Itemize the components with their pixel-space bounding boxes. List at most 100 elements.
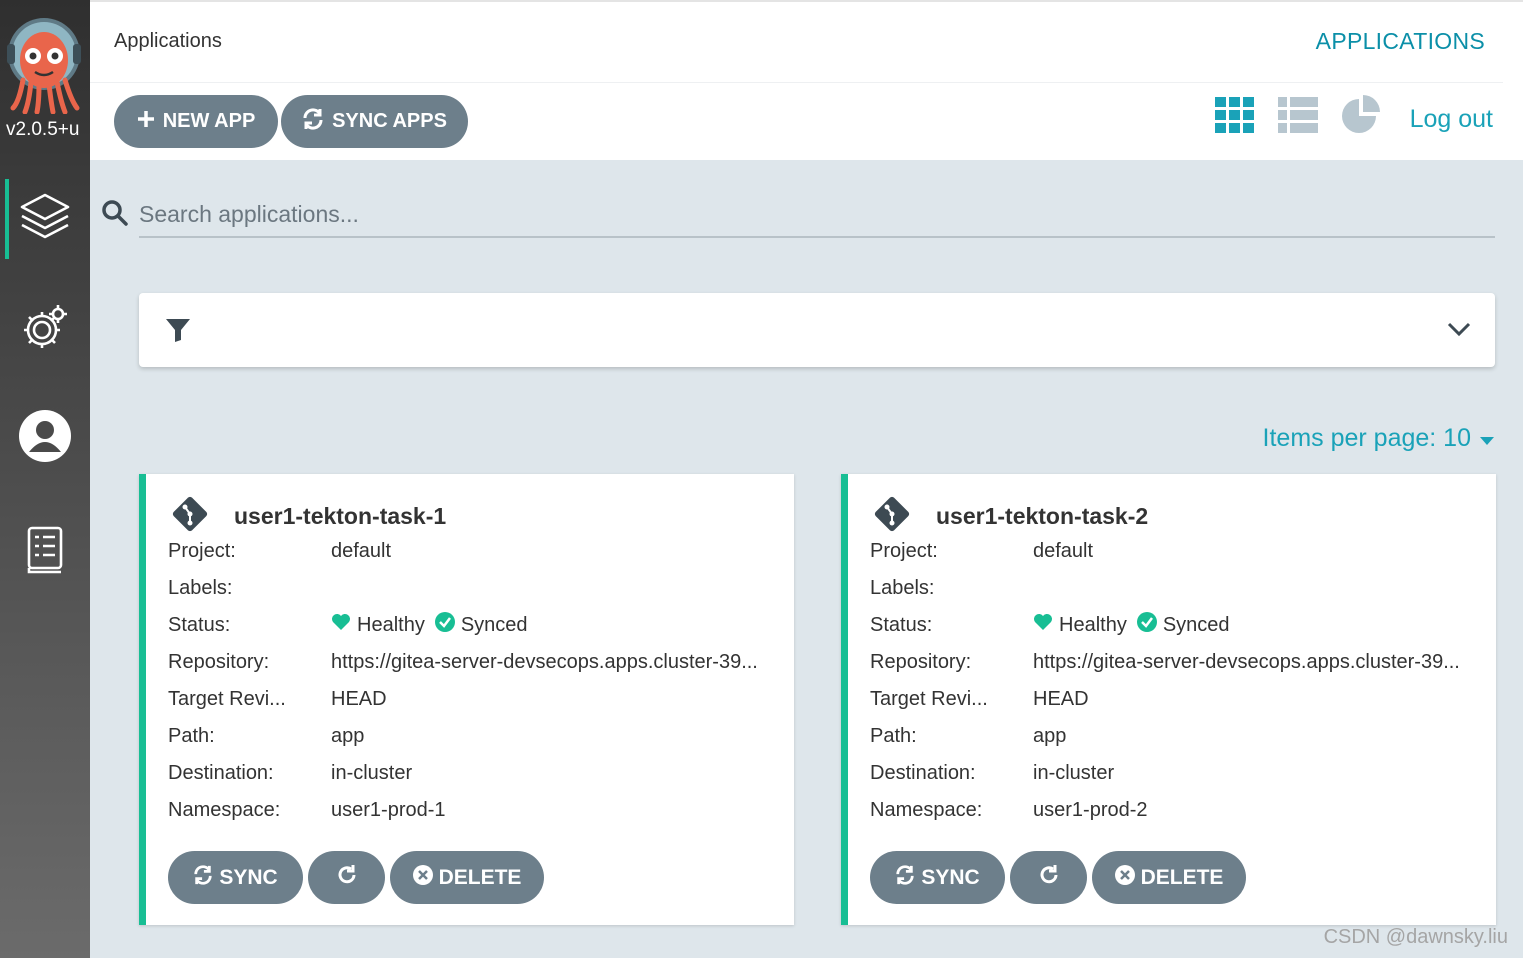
list-view-icon[interactable] (1277, 95, 1319, 135)
target-revision-label: Target Revi... (168, 687, 286, 710)
project-label: Project: (168, 539, 236, 562)
plus-icon (137, 110, 155, 134)
chevron-down-icon[interactable] (1447, 319, 1471, 344)
delete-button[interactable]: DELETE (1092, 851, 1246, 904)
health-status: Healthy (357, 613, 425, 636)
sync-icon (895, 864, 915, 891)
project-value: default (331, 539, 392, 562)
user-icon (18, 409, 72, 468)
caret-down-icon (1479, 424, 1495, 453)
check-circle-icon (1136, 612, 1157, 638)
git-icon (872, 494, 912, 539)
search-icon (101, 199, 129, 232)
repository-value: https://gitea-server-devsecops.apps.clus… (331, 650, 758, 673)
sync-status: Synced (460, 613, 528, 636)
destination-value: in-cluster (1033, 761, 1115, 784)
destination-value: in-cluster (331, 761, 413, 784)
target-revision-row: Target Revi... HEAD (870, 684, 1490, 714)
labels-row: Labels: (870, 573, 1490, 603)
labels-label: Labels: (168, 576, 233, 599)
labels-row: Labels: (168, 573, 788, 603)
refresh-icon (1038, 864, 1060, 892)
destination-row: Destination: in-cluster (168, 758, 788, 788)
sync-status: Synced (1162, 613, 1230, 636)
summary-pie-icon[interactable] (1340, 95, 1382, 135)
destination-label: Destination: (168, 761, 274, 784)
path-label: Path: (870, 724, 917, 747)
search-input[interactable] (139, 192, 1495, 238)
filter-bar[interactable] (139, 293, 1495, 367)
target-revision-value: HEAD (331, 687, 387, 710)
repository-label: Repository: (168, 650, 270, 673)
project-label: Project: (870, 539, 938, 562)
watermark: CSDN @dawnsky.liu (1323, 926, 1508, 948)
sync-apps-label: SYNC APPS (332, 110, 447, 132)
tiles-view-icon[interactable] (1214, 95, 1256, 135)
sidebar-item-user-info[interactable] (0, 398, 90, 478)
docs-book-icon (25, 525, 65, 580)
app-name[interactable]: user1-tekton-task-1 (234, 503, 446, 530)
status-row: Status: Healthy Synced (870, 610, 1490, 640)
status-label: Status: (168, 613, 231, 636)
filter-icon (165, 317, 191, 348)
page-title: APPLICATIONS (1315, 28, 1485, 54)
git-icon (170, 494, 210, 539)
sidebar-item-documentation[interactable] (0, 512, 90, 592)
labels-label: Labels: (870, 576, 935, 599)
path-value: app (1033, 724, 1067, 747)
sidebar-item-settings[interactable] (0, 289, 90, 369)
namespace-row: Namespace: user1-prod-2 (870, 795, 1490, 825)
path-row: Path: app (870, 721, 1490, 751)
sync-button[interactable]: SYNC (870, 851, 1005, 904)
delete-label: DELETE (1140, 865, 1224, 889)
sidebar: v2.0.5+u (0, 0, 90, 958)
items-per-page-select[interactable]: Items per page: 10 (1263, 424, 1495, 453)
delete-button[interactable]: DELETE (390, 851, 544, 904)
app-name[interactable]: user1-tekton-task-2 (936, 503, 1148, 530)
project-value: default (1033, 539, 1094, 562)
logout-link[interactable]: Log out (1410, 105, 1493, 134)
repository-row: Repository: https://gitea-server-devsecop… (168, 647, 788, 677)
settings-gear-icon (20, 302, 70, 357)
destination-label: Destination: (870, 761, 976, 784)
new-app-button[interactable]: NEW APP (114, 95, 278, 148)
sidebar-item-applications[interactable] (0, 179, 90, 259)
application-card[interactable]: user1-tekton-task-2 Project: default Labe… (841, 474, 1496, 925)
status-label: Status: (870, 613, 933, 636)
items-per-page-label: Items per page: 10 (1262, 424, 1471, 452)
project-row: Project: default (168, 536, 788, 566)
divider (90, 82, 1503, 83)
target-revision-row: Target Revi... HEAD (168, 684, 788, 714)
sync-label: SYNC (219, 865, 278, 889)
namespace-value: user1-prod-1 (331, 798, 446, 821)
top-bar: Applications APPLICATIONS NEW APP SYNC A… (90, 0, 1523, 160)
namespace-value: user1-prod-2 (1033, 798, 1148, 821)
health-status: Healthy (1059, 613, 1127, 636)
sync-button[interactable]: SYNC (168, 851, 303, 904)
path-row: Path: app (168, 721, 788, 751)
version-label: v2.0.5+u (6, 119, 80, 140)
namespace-label: Namespace: (870, 798, 983, 821)
repository-value: https://gitea-server-devsecops.apps.clus… (1033, 650, 1460, 673)
sync-label: SYNC (921, 865, 980, 889)
argo-logo[interactable] (5, 14, 83, 115)
sync-apps-button[interactable]: SYNC APPS (281, 95, 468, 148)
refresh-icon (336, 864, 358, 892)
delete-label: DELETE (438, 865, 522, 889)
heart-icon (331, 613, 351, 637)
namespace-row: Namespace: user1-prod-1 (168, 795, 788, 825)
refresh-button[interactable] (308, 851, 385, 904)
sync-icon (302, 107, 324, 136)
close-circle-icon (412, 864, 433, 891)
path-value: app (331, 724, 365, 747)
repository-label: Repository: (870, 650, 972, 673)
heart-icon (1033, 613, 1053, 637)
application-card[interactable]: user1-tekton-task-1 Project: default Labe… (139, 474, 794, 925)
sync-icon (193, 864, 213, 891)
breadcrumb[interactable]: Applications (114, 30, 222, 53)
destination-row: Destination: in-cluster (870, 758, 1490, 788)
layers-icon (18, 191, 72, 248)
project-row: Project: default (870, 536, 1490, 566)
target-revision-label: Target Revi... (870, 687, 988, 710)
refresh-button[interactable] (1010, 851, 1087, 904)
